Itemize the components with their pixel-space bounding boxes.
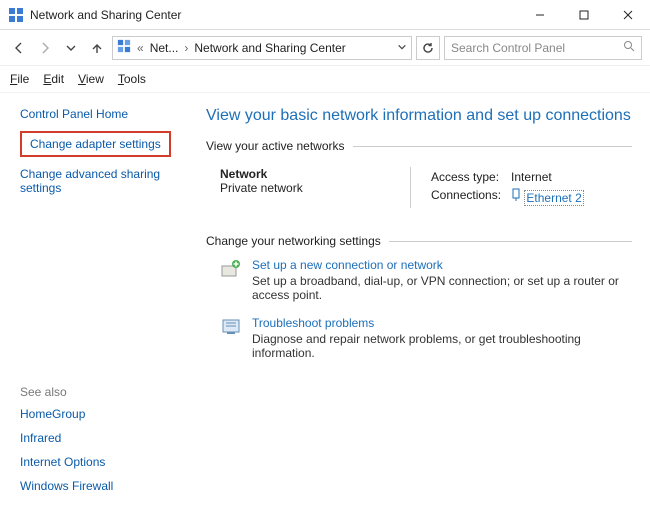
breadcrumb-level2[interactable]: Network and Sharing Center [194,41,345,55]
main-content: View your basic network information and … [200,93,650,513]
see-also-header: See also [20,385,188,399]
active-networks-header: View your active networks [206,139,345,153]
app-icon [8,7,24,23]
window-minimize-button[interactable] [518,0,562,30]
access-type-label: Access type: [431,169,509,185]
chevron-right-icon: › [184,41,188,55]
window-title: Network and Sharing Center [30,8,181,22]
search-placeholder: Search Control Panel [451,41,623,55]
window-close-button[interactable] [606,0,650,30]
link-homegroup[interactable]: HomeGroup [20,407,188,421]
sidebar-change-advanced-sharing[interactable]: Change advanced sharing settings [20,167,188,195]
address-bar: « Net... › Network and Sharing Center Se… [0,30,650,66]
divider [389,241,632,242]
access-type-value: Internet [511,169,592,185]
network-type: Private network [220,181,410,195]
nav-recent-button[interactable] [60,37,82,59]
link-internet-options[interactable]: Internet Options [20,455,188,469]
nav-forward-button[interactable] [34,37,56,59]
nav-back-button[interactable] [8,37,30,59]
search-input[interactable]: Search Control Panel [444,36,642,60]
refresh-button[interactable] [416,36,440,60]
troubleshoot-icon [220,316,242,338]
titlebar: Network and Sharing Center [0,0,650,30]
sidebar: Control Panel Home Change adapter settin… [0,93,200,513]
breadcrumb-bar[interactable]: « Net... › Network and Sharing Center [112,36,412,60]
network-icon [117,39,131,56]
sidebar-control-panel-home[interactable]: Control Panel Home [20,107,188,121]
breadcrumb-dropdown-icon[interactable] [397,41,407,55]
breadcrumb-level1[interactable]: Net... [150,41,179,55]
breadcrumb-sep-icon: « [137,41,144,55]
nav-up-button[interactable] [86,37,108,59]
connection-link[interactable]: Ethernet 2 [524,190,583,206]
divider [353,146,632,147]
search-icon [623,40,635,55]
window-maximize-button[interactable] [562,0,606,30]
page-heading: View your basic network information and … [206,107,632,125]
menu-file[interactable]: File [10,72,29,86]
menu-bar: File Edit View Tools [0,66,650,93]
link-windows-firewall[interactable]: Windows Firewall [20,479,188,493]
menu-edit[interactable]: Edit [43,72,64,86]
menu-view[interactable]: View [78,72,104,86]
connections-label: Connections: [431,187,509,206]
setup-connection-link[interactable]: Set up a new connection or network [252,258,632,272]
ethernet-icon [511,191,521,205]
link-infrared[interactable]: Infrared [20,431,188,445]
troubleshoot-desc: Diagnose and repair network problems, or… [252,332,632,360]
network-name: Network [220,167,410,181]
troubleshoot-link[interactable]: Troubleshoot problems [252,316,632,330]
setup-connection-desc: Set up a broadband, dial-up, or VPN conn… [252,274,632,302]
change-settings-header: Change your networking settings [206,234,381,248]
menu-tools[interactable]: Tools [118,72,146,86]
sidebar-change-adapter-settings[interactable]: Change adapter settings [20,131,171,157]
new-connection-icon [220,258,242,280]
